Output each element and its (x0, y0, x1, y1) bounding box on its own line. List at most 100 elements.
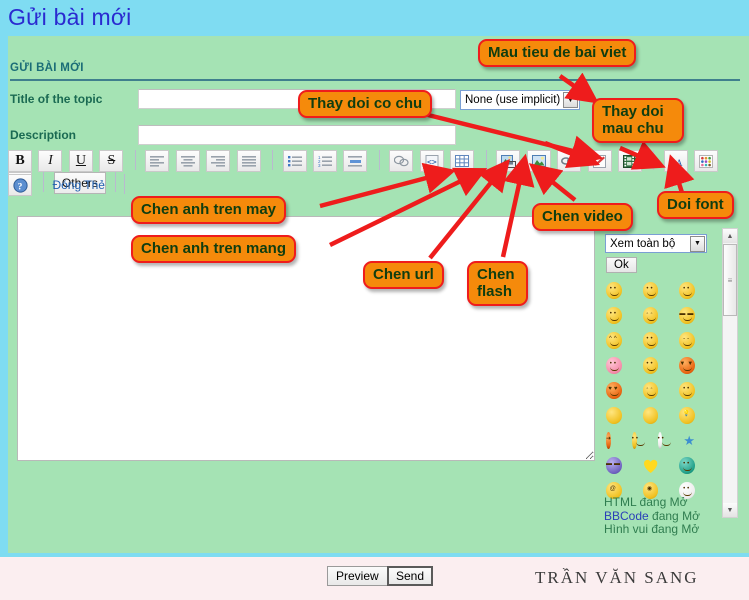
bold-button[interactable]: B (8, 150, 32, 172)
smiley-face-smile2[interactable]: •• (631, 432, 645, 449)
smiley-row: ▬▬ •• (606, 453, 716, 478)
smiley-ok-button[interactable]: Ok (606, 257, 637, 273)
smiley-face-blank-yellow2[interactable] (642, 407, 659, 424)
close-tag-link[interactable]: Đóng Thẻ (52, 174, 104, 196)
section-heading: GỬI BÀI MỚI (10, 62, 84, 74)
quote-button[interactable] (389, 150, 414, 172)
description-input[interactable] (138, 125, 456, 145)
insert-link-button[interactable] (557, 150, 582, 172)
smiley-category-value: Xem toàn bộ (610, 237, 676, 250)
indent-button[interactable] (343, 150, 368, 172)
annotation-chen-anh-tren-may: Chen anh tren may (131, 196, 287, 224)
page-scrollbar[interactable]: ▲ ≡ ▼ (722, 228, 738, 518)
svg-text:<>: <> (427, 157, 437, 166)
smiley-face-glasses[interactable]: ◦◦ (642, 307, 659, 324)
smiley-star-blue[interactable]: ★ (683, 432, 695, 449)
title-style-select-value: None (use implicit) (465, 94, 561, 106)
smiley-face-sick[interactable]: •• (679, 457, 696, 474)
smiley-heart-yellow[interactable] (643, 457, 659, 474)
smiley-face-blush[interactable]: •• (606, 307, 622, 324)
preview-button[interactable]: Preview (327, 566, 388, 586)
smiley-face-grin[interactable]: •• (606, 282, 622, 299)
smiley-face-plain[interactable]: •• (679, 382, 696, 399)
smiley-row: •• •• •• (606, 278, 716, 303)
align-left-icon (150, 156, 165, 167)
smiley-face-flat[interactable]: •• (642, 357, 659, 374)
color-palette-icon (699, 154, 714, 168)
page-root: Gửi bài mới GỬI BÀI MỚI Title of the top… (0, 0, 749, 600)
status-smiley: Hình vui đang Mở (604, 522, 700, 536)
svg-text:A: A (676, 158, 683, 168)
image-upload-icon (500, 154, 516, 168)
scrollbar-thumb[interactable]: ≡ (723, 244, 737, 316)
toolbar-separator (134, 150, 136, 170)
status-html: HTML đang Mở (604, 495, 688, 509)
align-center-icon (180, 156, 195, 167)
status-bbcode-label: BBCode (604, 508, 649, 523)
quote-icon (393, 155, 409, 167)
indent-icon (348, 156, 363, 167)
svg-text:?: ? (17, 182, 22, 192)
status-bbcode-state: đang Mở (648, 508, 700, 523)
scroll-up-arrow-icon[interactable]: ▲ (723, 229, 737, 243)
smiley-category-select[interactable]: Xem toàn bộ ▼ (605, 234, 707, 253)
table-button[interactable] (450, 150, 475, 172)
scroll-down-arrow-icon[interactable]: ▼ (723, 503, 737, 517)
status-bbcode: BBCode đang Mở (604, 508, 700, 524)
smiley-face-blank-yellow[interactable] (606, 407, 622, 424)
annotation-mau-tieu-de-bai-viet: Mau tieu de bai viet (478, 39, 637, 67)
smiley-face-idea[interactable]: 💡 (679, 407, 696, 424)
align-left-button[interactable] (145, 150, 170, 172)
bulleted-list-button[interactable] (282, 150, 307, 172)
smiley-face-pink-blush[interactable]: •• (606, 357, 622, 374)
chevron-down-icon: ▼ (563, 92, 578, 108)
smiley-face-laugh[interactable]: ^^ (606, 332, 622, 349)
italic-button[interactable]: I (38, 150, 63, 172)
font-color-button[interactable] (694, 150, 719, 172)
chevron-down-icon: ▼ (690, 235, 705, 252)
post-body-textarea[interactable] (17, 216, 595, 461)
table-icon (455, 155, 470, 167)
numbered-list-icon: 1 2 3 (318, 155, 332, 167)
smiley-face-glasses2[interactable]: ◦◦ (642, 382, 659, 399)
strikethrough-button[interactable]: S (99, 150, 124, 172)
smiley-face-neutral[interactable]: •• (642, 332, 659, 349)
smiley-face-cool[interactable]: ▬▬ (679, 307, 696, 324)
smiley-face-squint[interactable]: -- (679, 332, 696, 349)
annotation-chen-flash: Chen flash (467, 261, 528, 306)
align-center-button[interactable] (175, 150, 200, 172)
send-button[interactable]: Send (387, 566, 434, 586)
smiley-face-devil[interactable]: ▼▼ (679, 357, 696, 374)
annotation-chen-anh-tren-mang: Chen anh tren mang (131, 235, 297, 263)
smiley-face-arrow[interactable]: ➜ (606, 432, 611, 449)
toolbar-separator (485, 150, 487, 170)
align-right-button[interactable] (206, 150, 231, 172)
align-justify-button[interactable] (236, 150, 261, 172)
smiley-face-ninja[interactable]: ▬▬ (606, 457, 622, 474)
insert-video-button[interactable] (617, 150, 642, 172)
smiley-row: ➜ •• •• ★ (606, 428, 716, 453)
smiley-grid: •• •• •• •• ◦◦ ▬▬ ^^ •• -- •• •• ▼▼ ♥♥ ◦ (606, 278, 716, 503)
toolbar-separator (272, 150, 274, 170)
align-right-icon (211, 156, 226, 167)
underline-button[interactable]: U (68, 150, 93, 172)
watermark-text: TRẦN VĂN SANG (535, 568, 699, 587)
help-button[interactable]: ? (8, 174, 32, 196)
numbered-list-button[interactable]: 1 2 3 (312, 150, 337, 172)
smiley-row: •• •• ▼▼ (606, 353, 716, 378)
font-size-button[interactable]: A A (663, 150, 688, 172)
code-button[interactable]: <> (419, 150, 444, 172)
smiley-face-think[interactable]: •• (679, 282, 696, 299)
title-style-select[interactable]: None (use implicit) ▼ (460, 90, 580, 110)
annotation-doi-font: Doi font (657, 191, 734, 219)
smiley-face-devil-love[interactable]: ♥♥ (606, 382, 622, 399)
insert-image-from-computer-button[interactable] (496, 150, 521, 172)
toolbar-separator (653, 150, 655, 170)
flash-icon (592, 154, 606, 168)
smiley-face-skull[interactable]: •• (657, 432, 671, 449)
insert-flash-button[interactable] (587, 150, 612, 172)
help-icon: ? (12, 177, 28, 193)
smiley-panel: Xem toàn bộ ▼ Ok •• •• •• •• ◦◦ ▬▬ ^^ ••… (600, 230, 718, 499)
smiley-face-smile[interactable]: •• (642, 282, 659, 299)
insert-image-from-web-button[interactable] (526, 150, 551, 172)
